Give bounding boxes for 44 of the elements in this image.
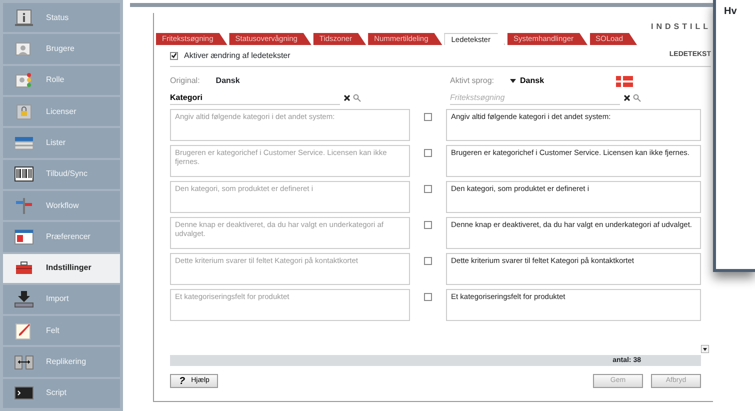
import-icon bbox=[14, 289, 34, 310]
barcode-icon bbox=[14, 164, 34, 184]
sidebar-item[interactable]: Script bbox=[3, 378, 120, 408]
checkbox[interactable] bbox=[170, 52, 178, 60]
portrait-icon bbox=[14, 70, 34, 90]
lock-icon bbox=[14, 102, 34, 122]
flag-icon bbox=[616, 76, 634, 86]
language-dropdown[interactable]: Dansk bbox=[510, 75, 544, 87]
search-field[interactable]: Kategori bbox=[170, 91, 340, 105]
sidebar-item[interactable]: Præferencer bbox=[3, 222, 120, 252]
sidebar-item[interactable]: Rolle bbox=[3, 66, 120, 95]
sidebar-item[interactable]: Brugere bbox=[3, 34, 120, 64]
window-heading: Hv bbox=[724, 6, 737, 17]
checkbox[interactable] bbox=[424, 149, 432, 157]
original-label: Original: bbox=[170, 75, 200, 87]
original-language: Dansk bbox=[216, 75, 240, 87]
checkbox-label: Aktiver ændring af ledetekster bbox=[184, 50, 290, 62]
clear-icon[interactable] bbox=[624, 95, 630, 101]
calendar-icon bbox=[14, 226, 34, 247]
caret-icon bbox=[510, 79, 516, 83]
scroll-down-arrow-icon[interactable] bbox=[701, 345, 709, 353]
search-icon[interactable] bbox=[353, 94, 361, 102]
active-language-label: Aktivt sprog: bbox=[450, 75, 494, 87]
search-field[interactable]: Fritekstsøgning bbox=[450, 91, 620, 105]
sidebar-item[interactable]: Workflow bbox=[3, 190, 120, 220]
page-title: INDSTILL bbox=[651, 22, 711, 31]
sidebar-item[interactable]: Licenser bbox=[3, 96, 120, 126]
sidebar-item[interactable]: Import bbox=[3, 284, 120, 314]
question-mark-icon: ? bbox=[179, 374, 186, 388]
sidebar-item[interactable]: Felt bbox=[3, 316, 120, 346]
info-icon bbox=[14, 8, 34, 28]
sidebar-item[interactable]: Status bbox=[3, 3, 120, 32]
sidebar-item[interactable]: Lister bbox=[3, 128, 120, 158]
checkbox[interactable] bbox=[424, 185, 432, 193]
checkbox[interactable] bbox=[424, 113, 432, 121]
checkbox[interactable] bbox=[424, 221, 432, 229]
signpost-icon bbox=[14, 196, 34, 216]
checkbox[interactable] bbox=[424, 257, 432, 265]
sidebar-item[interactable]: Indstillinger bbox=[3, 254, 120, 283]
sidebar-item[interactable]: Tilbud/Sync bbox=[3, 160, 120, 189]
checkbox[interactable] bbox=[424, 293, 432, 301]
search-icon[interactable] bbox=[633, 94, 641, 102]
sidebar-item[interactable]: Replikering bbox=[3, 347, 120, 377]
clear-icon[interactable] bbox=[344, 95, 350, 101]
